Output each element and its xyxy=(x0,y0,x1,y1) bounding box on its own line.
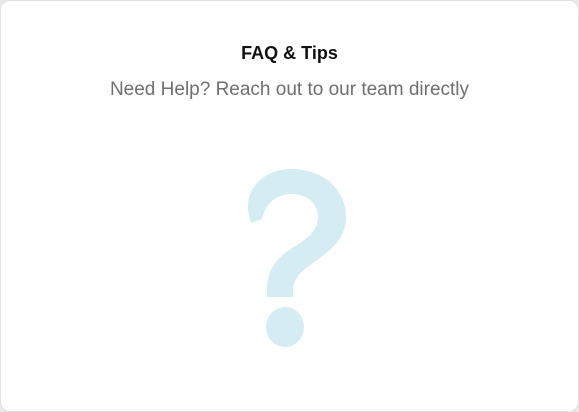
question-mark-icon xyxy=(247,169,346,347)
faq-title: FAQ & Tips xyxy=(241,43,338,63)
faq-card: FAQ & Tips Need Help? Reach out to our t… xyxy=(0,0,579,412)
question-mark-dot xyxy=(266,307,304,347)
faq-subtitle: Need Help? Reach out to our team directl… xyxy=(109,79,470,100)
question-mark-hook xyxy=(247,169,346,297)
